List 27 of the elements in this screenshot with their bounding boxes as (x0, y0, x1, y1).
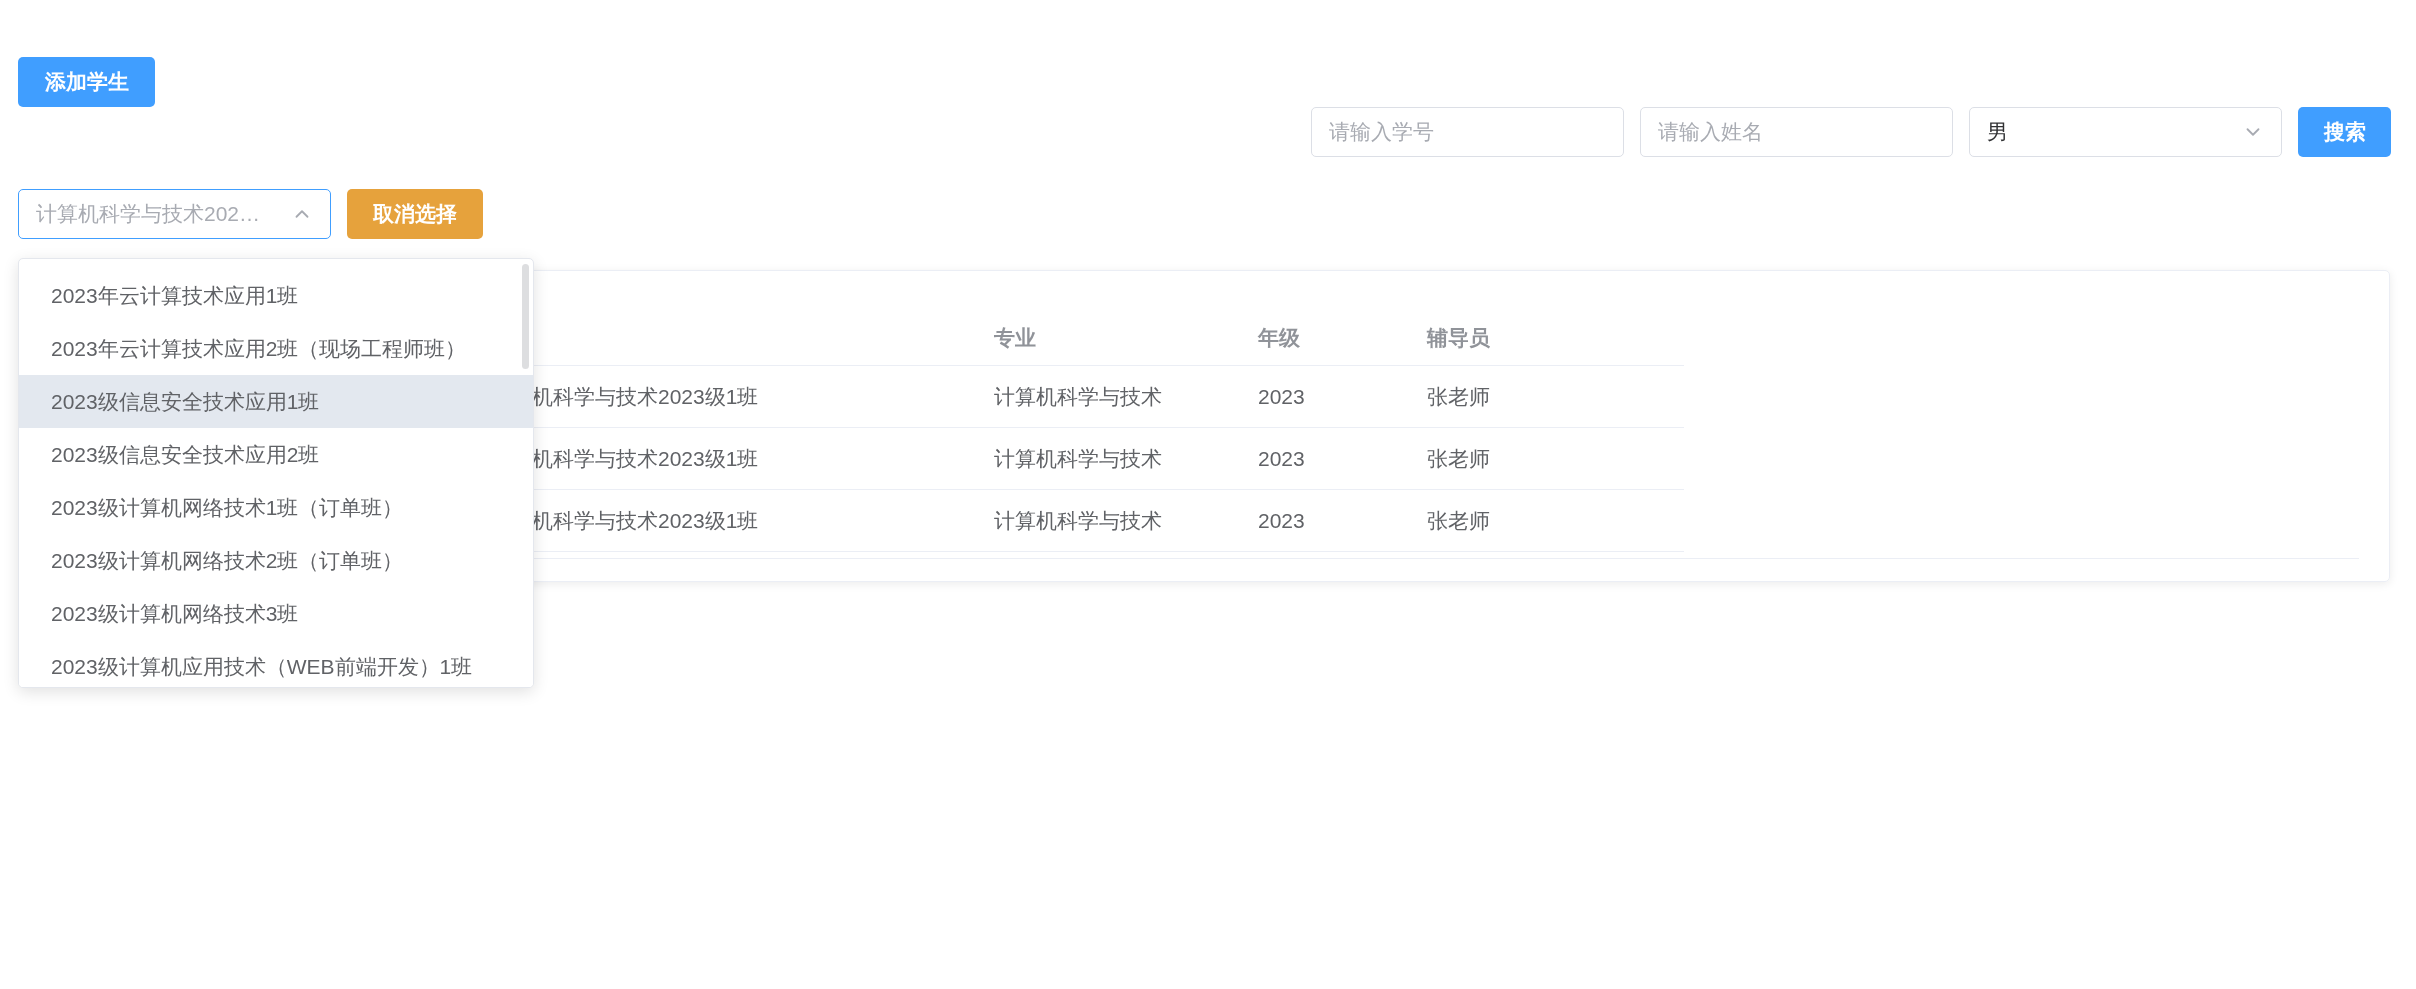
table-cell: 计算机科学与技术 (994, 384, 1162, 408)
dropdown-option[interactable]: 2023级信息安全技术应用1班 (19, 375, 533, 428)
dropdown-option[interactable]: 2023年云计算技术应用1班 (19, 269, 533, 322)
dropdown-option[interactable]: 2023级信息安全技术应用2班 (19, 428, 533, 481)
table-cell: 2023 (1258, 446, 1305, 470)
table-cell: 机科学与技术2023级1班 (532, 384, 759, 408)
student-id-field[interactable]: 请输入学号 (1311, 107, 1624, 157)
dropdown-option[interactable]: 2023级计算机网络技术2班（订单班） (19, 534, 533, 587)
dropdown-option[interactable]: 2023年云计算技术应用2班（现场工程师班） (19, 322, 533, 375)
table-cell: 张老师 (1427, 446, 1490, 470)
table-cell: 计算机科学与技术 (994, 508, 1162, 532)
table-cell: 2023 (1258, 384, 1305, 408)
table-cell: 机科学与技术2023级1班 (532, 446, 759, 470)
column-header: 专业 (994, 326, 1036, 350)
name-field[interactable]: 请输入姓名 (1640, 107, 1953, 157)
dropdown-option[interactable]: 2023级计算机网络技术1班（订单班） (19, 481, 533, 534)
column-header: 年级 (1258, 326, 1300, 350)
column-header: 辅导员 (1427, 326, 1490, 350)
table-cell: 机科学与技术2023级1班 (532, 508, 759, 532)
table-cell: 计算机科学与技术 (994, 446, 1162, 470)
scrollbar-thumb[interactable] (522, 264, 529, 369)
table-cell: 张老师 (1427, 384, 1490, 408)
table-cell: 张老师 (1427, 508, 1490, 532)
dropdown-option[interactable]: 2023级计算机网络技术3班 (19, 587, 533, 640)
dropdown-option[interactable]: 2023级计算机应用技术（WEB前端开发）1班 (19, 640, 533, 687)
table-cell: 2023 (1258, 508, 1305, 532)
gender-select[interactable]: 男 (1969, 107, 2282, 157)
